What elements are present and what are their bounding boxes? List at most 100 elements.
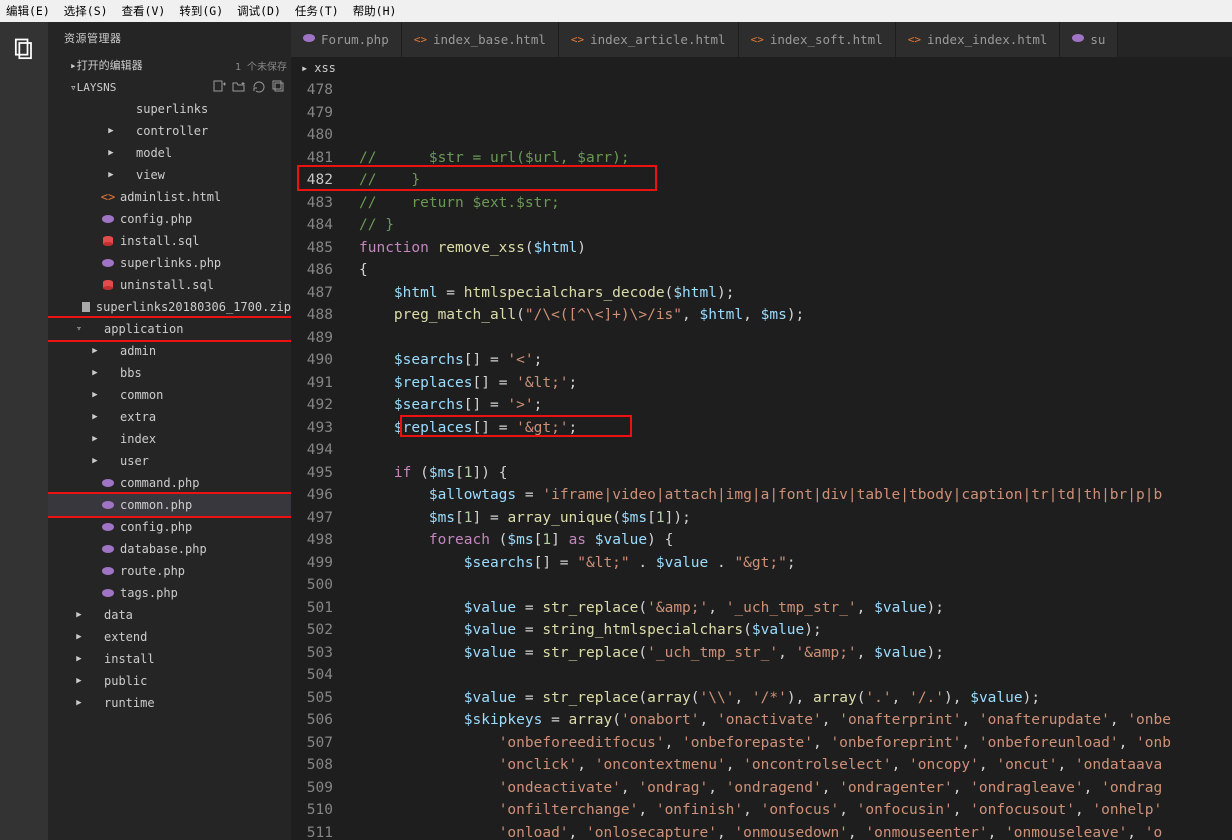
code-line[interactable]: $value = str_replace('_uch_tmp_str_', '&… (359, 642, 1232, 665)
tree-item[interactable]: ▶public (48, 670, 291, 692)
code-line[interactable]: 'onbeforeeditfocus', 'onbeforepaste', 'o… (359, 732, 1232, 755)
tree-item[interactable]: ▶bbs (48, 362, 291, 384)
tree-item[interactable]: config.php (48, 208, 291, 230)
menu-item[interactable]: 帮助(H) (353, 3, 397, 19)
menu-item[interactable]: 选择(S) (64, 3, 108, 19)
tab-label: Forum.php (321, 32, 389, 47)
html-icon: <> (571, 33, 584, 46)
code-line[interactable]: $ms[1] = array_unique($ms[1]); (359, 507, 1232, 530)
tree-item[interactable]: command.php (48, 472, 291, 494)
tree-item[interactable]: ▶extend (48, 626, 291, 648)
tab-label: index_soft.html (770, 32, 883, 47)
editor-tab[interactable]: su (1060, 22, 1118, 57)
tree-item-label: superlinks20180306_1700.zip (96, 300, 291, 314)
code-line[interactable]: $value = string_htmlspecialchars($value)… (359, 619, 1232, 642)
code-line[interactable]: function remove_xss($html) (359, 237, 1232, 260)
explorer-icon[interactable] (10, 36, 38, 64)
html-icon: <> (100, 190, 116, 204)
code-line[interactable]: $searchs[] = '<'; (359, 349, 1232, 372)
tree-item-label: common.php (120, 498, 192, 512)
code-line[interactable]: if ($ms[1]) { (359, 462, 1232, 485)
tree-item-label: user (120, 454, 149, 468)
open-editors-section[interactable]: ▸ 打开的编辑器 1 个未保存 (48, 54, 291, 76)
code-line[interactable]: $html = htmlspecialchars_decode($html); (359, 282, 1232, 305)
menu-item[interactable]: 调试(D) (237, 3, 281, 19)
collapse-all-icon[interactable] (271, 79, 287, 95)
new-file-icon[interactable] (211, 79, 227, 95)
tree-item[interactable]: ▶runtime (48, 692, 291, 714)
tree-item-label: public (104, 674, 147, 688)
tree-item[interactable]: ▶view (48, 164, 291, 186)
tab-label: index_base.html (433, 32, 546, 47)
tree-item[interactable]: superlinks.php (48, 252, 291, 274)
code-line[interactable]: $replaces[] = '&lt;'; (359, 372, 1232, 395)
tree-item[interactable]: ▶extra (48, 406, 291, 428)
tree-item[interactable]: ▶common (48, 384, 291, 406)
editor-tab[interactable]: <>index_index.html (896, 22, 1061, 57)
tree-item-label: tags.php (120, 586, 178, 600)
tree-item[interactable]: config.php (48, 516, 291, 538)
expand-icon: ▶ (74, 698, 84, 708)
tree-item[interactable]: ▶install (48, 648, 291, 670)
tree-item[interactable]: route.php (48, 560, 291, 582)
tree-item[interactable]: ▶admin (48, 340, 291, 362)
tab-label: index_index.html (927, 32, 1047, 47)
tree-item[interactable]: ▶model (48, 142, 291, 164)
menu-item[interactable]: 查看(V) (122, 3, 166, 19)
editor-tab[interactable]: <>index_article.html (559, 22, 739, 57)
tree-item[interactable]: install.sql (48, 230, 291, 252)
menu-bar[interactable]: 编辑(E) 选择(S) 查看(V) 转到(G) 调试(D) 任务(T) 帮助(H) (0, 0, 1232, 22)
tree-item[interactable]: superlinks (48, 98, 291, 120)
code-line[interactable]: 'onload', 'onlosecapture', 'onmousedown'… (359, 822, 1232, 840)
tree-item[interactable]: ▿application (48, 318, 291, 340)
tree-item-label: database.php (120, 542, 207, 556)
editor-tab[interactable]: <>index_base.html (402, 22, 559, 57)
code-lines[interactable]: // $str = url($url, $arr);// }// return … (359, 147, 1232, 840)
breadcrumb[interactable]: ▸ xss (291, 57, 1232, 79)
code-line[interactable]: foreach ($ms[1] as $value) { (359, 529, 1232, 552)
tree-item[interactable]: tags.php (48, 582, 291, 604)
code-line[interactable]: // } (359, 214, 1232, 237)
expand-icon: ▶ (90, 390, 100, 400)
menu-item[interactable]: 编辑(E) (6, 3, 50, 19)
menu-item[interactable]: 任务(T) (295, 3, 339, 19)
code-line[interactable]: $skipkeys = array('onabort', 'onactivate… (359, 709, 1232, 732)
tree-item[interactable]: ▶data (48, 604, 291, 626)
tree-item-label: route.php (120, 564, 185, 578)
code-line[interactable]: $searchs[] = '>'; (359, 394, 1232, 417)
editor-tab[interactable]: <>index_soft.html (739, 22, 896, 57)
code-line[interactable]: 'onfilterchange', 'onfinish', 'onfocus',… (359, 799, 1232, 822)
code-line[interactable]: $value = str_replace('&amp;', '_uch_tmp_… (359, 597, 1232, 620)
tree-item-label: install.sql (120, 234, 199, 248)
code-line[interactable] (359, 664, 1232, 687)
tree-item[interactable]: database.php (48, 538, 291, 560)
code-line[interactable]: $value = str_replace(array('\\', '/*'), … (359, 687, 1232, 710)
tree-item[interactable]: uninstall.sql (48, 274, 291, 296)
code-line[interactable] (359, 439, 1232, 462)
tree-item[interactable]: <>adminlist.html (48, 186, 291, 208)
code-line[interactable]: $allowtags = 'iframe|video|attach|img|a|… (359, 484, 1232, 507)
project-section[interactable]: ▿ LAYSNS (48, 76, 291, 98)
code-line[interactable]: { (359, 259, 1232, 282)
tree-item[interactable]: ▶controller (48, 120, 291, 142)
code-line[interactable]: // return $ext.$str; (359, 192, 1232, 215)
tree-item[interactable]: ▶index (48, 428, 291, 450)
menu-item[interactable]: 转到(G) (179, 3, 223, 19)
tree-item-label: extra (120, 410, 156, 424)
code-line[interactable] (359, 574, 1232, 597)
code-line[interactable]: 'onclick', 'oncontextmenu', 'oncontrolse… (359, 754, 1232, 777)
new-folder-icon[interactable] (231, 79, 247, 95)
tree-item[interactable]: common.php (48, 494, 291, 516)
code-line[interactable] (359, 327, 1232, 350)
code-line[interactable]: 'ondeactivate', 'ondrag', 'ondragend', '… (359, 777, 1232, 800)
php-icon (1072, 32, 1084, 47)
tree-item[interactable]: superlinks20180306_1700.zip (48, 296, 291, 318)
refresh-icon[interactable] (251, 79, 267, 95)
tree-item[interactable]: ▶user (48, 450, 291, 472)
code-editor[interactable]: 4784794804814824834844854864874884894904… (291, 79, 1232, 840)
code-line[interactable]: $searchs[] = "&lt;" . $value . "&gt;"; (359, 552, 1232, 575)
code-line[interactable]: preg_match_all("/\<([^\<]+)\>/is", $html… (359, 304, 1232, 327)
editor-tab[interactable]: Forum.php (291, 22, 402, 57)
tree-item-label: view (136, 168, 165, 182)
chevron-down-icon: ▿ (70, 81, 77, 94)
